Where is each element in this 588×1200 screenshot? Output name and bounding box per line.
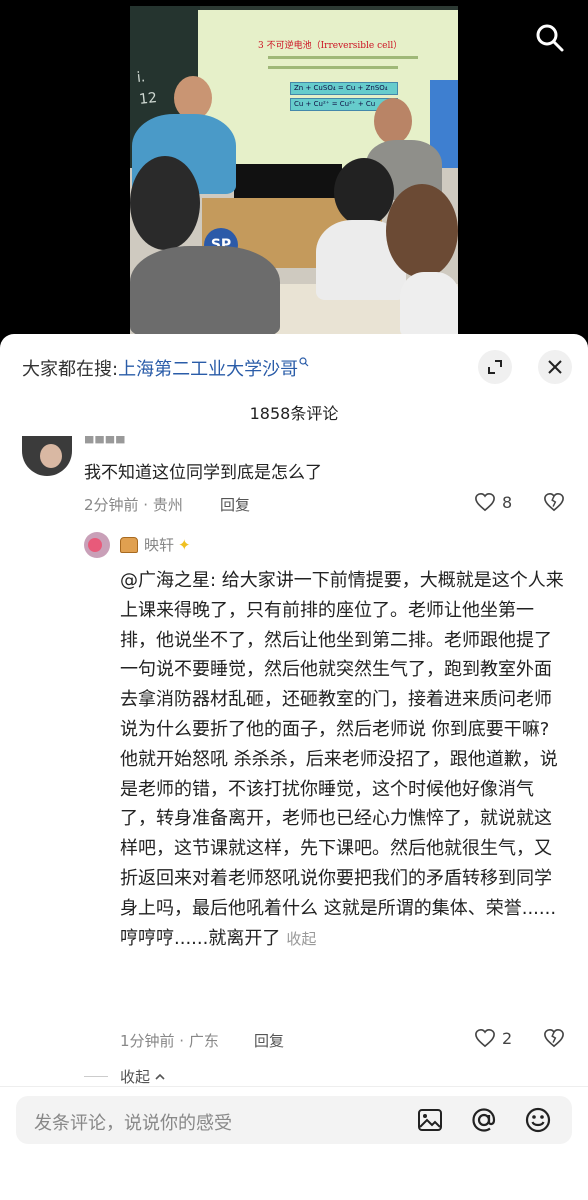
reply-button[interactable]: 回复 bbox=[254, 1030, 284, 1051]
search-button[interactable] bbox=[534, 22, 566, 54]
like-button[interactable]: 2 bbox=[474, 1028, 512, 1048]
bread-badge-icon bbox=[120, 536, 138, 553]
student-head bbox=[374, 98, 412, 144]
reply-paragraph: @广海之星: 给大家讲一下前情提要，大概就是这个人来上课来得晚了，只有前排的座位… bbox=[120, 570, 564, 949]
audience-head bbox=[130, 156, 200, 250]
avatar[interactable] bbox=[22, 436, 72, 476]
audience-figure bbox=[130, 246, 280, 334]
trending-search[interactable]: 大家都在搜: 上海第二工业大学沙哥 bbox=[22, 354, 309, 382]
reply-text: @广海之星: 给大家讲一下前情提要，大概就是这个人来上课来得晚了，只有前排的座位… bbox=[120, 566, 568, 954]
dislike-button[interactable] bbox=[542, 492, 566, 516]
divider bbox=[0, 1086, 588, 1087]
search-small-icon bbox=[299, 356, 309, 370]
comment-input[interactable]: 发条评论，说说你的感受 bbox=[16, 1096, 572, 1144]
reply-username: 映轩 bbox=[144, 536, 175, 554]
comment-input-placeholder: 发条评论，说说你的感受 bbox=[34, 1113, 232, 1134]
slide-formula-discharge: Zn + CuSO₄ = Cu + ZnSO₄ bbox=[290, 82, 398, 95]
collapse-replies-button[interactable]: 收起 bbox=[84, 1066, 166, 1087]
image-icon bbox=[418, 1109, 442, 1131]
like-button[interactable]: 8 bbox=[474, 492, 512, 512]
heart-icon bbox=[475, 492, 495, 512]
audience-figure bbox=[400, 272, 458, 334]
expand-icon bbox=[488, 360, 502, 374]
close-button[interactable] bbox=[538, 350, 572, 384]
comments-sheet: 大家都在搜: 上海第二工业大学沙哥 1858条评论 ■■■■ 我不知道这位同学到… bbox=[0, 334, 588, 1200]
trending-link[interactable]: 上海第二工业大学沙哥 bbox=[118, 355, 298, 381]
dislike-button[interactable] bbox=[542, 1028, 566, 1052]
sparkle-icon: ✦ bbox=[178, 535, 191, 554]
audience-head bbox=[386, 184, 458, 278]
avatar[interactable] bbox=[84, 532, 110, 558]
close-icon bbox=[548, 360, 562, 374]
emoji-button[interactable] bbox=[524, 1106, 552, 1134]
search-icon bbox=[536, 24, 564, 52]
heart-icon bbox=[475, 1028, 495, 1048]
trending-prefix: 大家都在搜: bbox=[22, 359, 119, 380]
smiley-icon bbox=[525, 1107, 551, 1133]
reply-button[interactable]: 回复 bbox=[220, 494, 250, 515]
video-player[interactable]: i. 12 3 不可逆电池（Irreversible cell） Zn + Cu… bbox=[0, 0, 588, 340]
chevron-up-icon bbox=[155, 1073, 165, 1080]
image-button[interactable] bbox=[416, 1106, 444, 1134]
video-frame: i. 12 3 不可逆电池（Irreversible cell） Zn + Cu… bbox=[130, 6, 458, 334]
broken-heart-icon bbox=[544, 492, 564, 512]
collapse-replies-label: 收起 bbox=[120, 1068, 151, 1086]
mention-button[interactable] bbox=[470, 1106, 498, 1134]
expand-button[interactable] bbox=[478, 350, 512, 384]
slide-title: 3 不可逆电池（Irreversible cell） bbox=[258, 41, 403, 51]
collapse-text-button[interactable]: 收起 bbox=[286, 930, 316, 948]
at-icon bbox=[472, 1108, 496, 1132]
comment-username-clipped: ■■■■ bbox=[84, 436, 126, 445]
slide-line bbox=[268, 56, 418, 59]
broken-heart-icon bbox=[544, 1028, 564, 1048]
comments-count: 1858条评论 bbox=[249, 404, 339, 423]
monitor bbox=[234, 164, 342, 198]
blackboard-text: i. 12 bbox=[136, 69, 158, 108]
reply-user[interactable]: 映轩 ✦ bbox=[120, 534, 191, 555]
comment-meta: 2分钟前 · 贵州 bbox=[84, 496, 183, 514]
like-count: 8 bbox=[502, 492, 513, 512]
comment-text: 我不知道这位同学到底是怎么了 bbox=[84, 463, 322, 483]
reply-meta: 1分钟前 · 广东 bbox=[120, 1032, 219, 1050]
fold-line bbox=[84, 1076, 108, 1077]
slide-line bbox=[268, 66, 398, 69]
audience-head bbox=[334, 158, 394, 226]
like-count: 2 bbox=[502, 1028, 513, 1048]
